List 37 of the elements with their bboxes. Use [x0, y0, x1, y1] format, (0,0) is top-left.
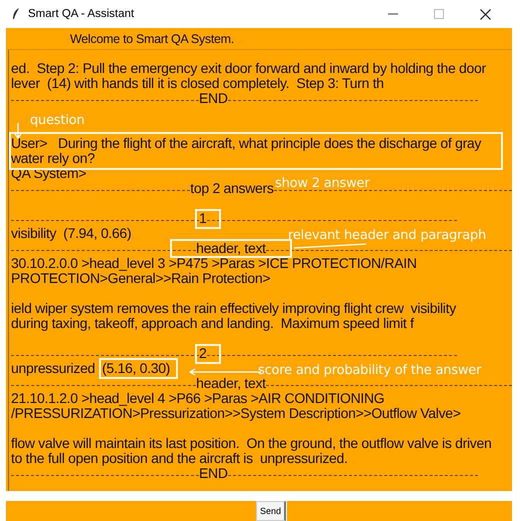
- send-button[interactable]: Send: [256, 501, 286, 521]
- annotation-label: relevant header and paragraph: [288, 228, 486, 243]
- separator-label: 2: [199, 346, 206, 361]
- separator-label: top 2 answers: [190, 181, 274, 196]
- feather-icon: [12, 8, 20, 20]
- log-line: during taxing, takeoff, approach and landing. Maximum speed limit f: [11, 316, 414, 331]
- pointer-arrow: [14, 123, 22, 139]
- annotation-label: show 2 answer: [275, 176, 370, 191]
- highlight-box: [195, 209, 221, 229]
- welcome-heading: Welcome to Smart QA System.: [69, 30, 235, 48]
- log-line: User> During the flight of the aircraft, what principle does the discharge of gray: [11, 136, 482, 151]
- separator-label: END: [199, 466, 228, 481]
- log-line: /PRESSURIZATION>Pressurization>>System Description>>Outflow Valve>: [11, 406, 461, 421]
- log-line: ield wiper system removes the rain effectively improving flight crew visibility: [11, 301, 456, 316]
- score-text: (7.94, 0.66): [62, 224, 132, 243]
- log-line: 30.10.2.0.0 >head_level 3 >P475 >Paras >ICE PROTECTION/RAIN: [11, 256, 417, 271]
- log-line: lever (14) with hands till it is closed completely. Step 3: Turn th: [11, 76, 384, 91]
- highlight-box: [195, 344, 221, 364]
- log-line: PROTECTION>General>>Rain Protection>: [11, 271, 270, 286]
- log-line: visibility: [11, 226, 56, 241]
- log-line: water rely on?: [11, 151, 95, 166]
- separator-label: header, text: [196, 376, 266, 391]
- separator-label: END: [199, 91, 228, 106]
- log-line: flow valve will maintain its last position. On the ground, the outflow valve is driven: [11, 436, 492, 451]
- log-line: unpressurized: [11, 361, 96, 376]
- log-line: ed. Step 2: Pull the emergency exit door forward and inward by holding the door: [11, 61, 486, 76]
- log-line: 21.10.1.2.0 >head_level 4 >P66 >Paras >AIR CONDITIONING: [11, 391, 384, 406]
- separator-label: 1: [199, 211, 206, 226]
- close-icon[interactable]: [480, 8, 490, 20]
- minimize-icon[interactable]: [388, 13, 398, 15]
- window-title: Smart QA - Assistant: [28, 8, 136, 20]
- annotation-label: question: [30, 113, 85, 128]
- score-text: (5.16, 0.30): [99, 358, 178, 379]
- annotation-label: score and probability of the answer: [258, 363, 482, 378]
- separator-label: header, text: [196, 241, 266, 256]
- log-line: to the full open position and the aircraft is unpressurized.: [11, 451, 348, 466]
- leader-line: [294, 243, 366, 249]
